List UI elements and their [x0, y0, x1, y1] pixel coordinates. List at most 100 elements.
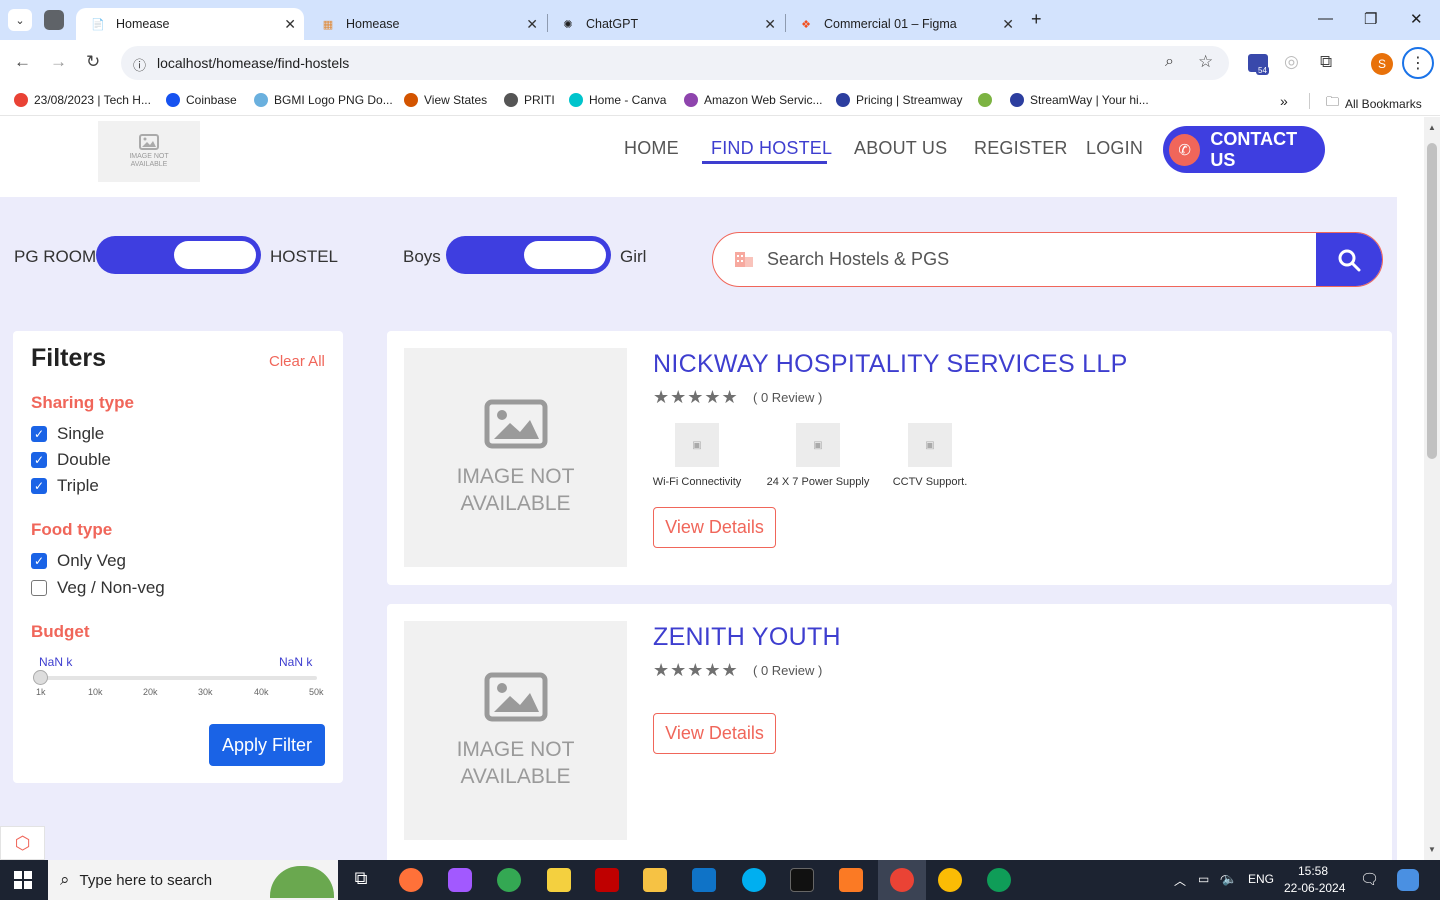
nav-home[interactable]: HOME — [624, 138, 679, 159]
checkbox-double[interactable]: ✓ Double — [31, 450, 111, 470]
search-button[interactable] — [1316, 233, 1382, 286]
view-details-button[interactable]: View Details — [653, 507, 776, 548]
contact-us-button[interactable]: ✆ CONTACT US — [1163, 126, 1325, 173]
bookmark-item[interactable]: Coinbase — [166, 93, 237, 107]
scroll-down-icon[interactable]: ▼ — [1428, 845, 1436, 854]
checkbox-triple[interactable]: ✓ Triple — [31, 476, 99, 496]
address-bar[interactable]: ⓘ localhost/homease/find-hostels ⌕ ☆ — [121, 46, 1229, 80]
page-scrollbar[interactable]: ▲ ▼ — [1424, 117, 1440, 860]
new-tab-icon[interactable]: + — [1031, 9, 1042, 30]
search-input[interactable] — [767, 233, 1307, 286]
tab-group-icon[interactable] — [44, 10, 64, 30]
budget-slider-handle[interactable] — [33, 670, 48, 685]
all-bookmarks[interactable]: 🗀 All Bookmarks — [1326, 93, 1422, 115]
bookmark-star-icon[interactable]: ☆ — [1198, 52, 1213, 72]
windows-start-icon[interactable] — [14, 871, 32, 889]
reload-icon[interactable]: ↻ — [86, 52, 100, 72]
figma-icon[interactable] — [448, 868, 472, 892]
chrome-canary-icon[interactable] — [987, 868, 1011, 892]
more-bookmarks-icon[interactable]: » — [1280, 93, 1288, 109]
checkbox-checked-icon[interactable]: ✓ — [31, 452, 47, 468]
checkbox-checked-icon[interactable]: ✓ — [31, 553, 47, 569]
notification-icon[interactable]: 🗨 — [1360, 870, 1379, 888]
hostel-title[interactable]: ZENITH YOUTH — [653, 623, 841, 652]
bookmark-item[interactable]: Pricing | Streamway — [836, 93, 962, 107]
clock-time[interactable]: 15:58 — [1298, 864, 1328, 878]
puzzle-extensions-icon[interactable]: ⧉ — [1320, 52, 1332, 72]
chrome-profile-icon[interactable] — [890, 868, 914, 892]
bookmark-item[interactable]: 23/08/2023 | Tech H... — [14, 93, 151, 107]
profile-avatar[interactable]: S — [1371, 53, 1393, 75]
chrome-icon[interactable] — [497, 868, 521, 892]
apply-filter-button[interactable]: Apply Filter — [209, 724, 325, 766]
menu-kebab-icon[interactable]: ⋮ — [1402, 47, 1434, 79]
taskbar-search[interactable]: ⌕ Type here to search — [48, 860, 338, 900]
bookmark-item[interactable]: Amazon Web Servic... — [684, 93, 823, 107]
nav-register[interactable]: REGISTER — [974, 138, 1068, 159]
hostel-title[interactable]: NICKWAY HOSPITALITY SERVICES LLP — [653, 350, 1128, 379]
vscode-icon[interactable] — [692, 868, 716, 892]
hostel-image[interactable]: IMAGE NOT AVAILABLE — [404, 348, 627, 567]
bookmark-item[interactable]: View States — [404, 93, 487, 107]
view-details-button[interactable]: View Details — [653, 713, 776, 754]
extension-2-icon[interactable]: ◎ — [1284, 52, 1299, 72]
figma-favicon-icon: ❖ — [801, 18, 811, 31]
checkbox-single[interactable]: ✓ Single — [31, 424, 104, 444]
laravel-debug-icon[interactable]: ⬡ — [0, 826, 45, 860]
minimize-icon[interactable]: — — [1318, 10, 1333, 27]
budget-slider-track[interactable] — [40, 676, 317, 680]
copilot-icon[interactable] — [1397, 869, 1419, 891]
bookmark-item[interactable]: PRITI — [504, 93, 555, 107]
bookmark-item[interactable]: StreamWay | Your hi... — [1010, 93, 1149, 107]
file-explorer-icon[interactable] — [643, 868, 667, 892]
sticky-notes-icon[interactable] — [547, 868, 571, 892]
nav-login[interactable]: LOGIN — [1086, 138, 1143, 159]
tab-figma[interactable]: ❖ Commercial 01 – Figma ✕ — [784, 8, 1022, 40]
site-logo[interactable]: IMAGE NOT AVAILABLE — [98, 121, 200, 182]
tab-search-icon[interactable]: ⌄ — [8, 9, 32, 31]
tray-chevron-icon[interactable]: ︿ — [1174, 872, 1186, 889]
bookmark-item[interactable]: BGMI Logo PNG Do... — [254, 93, 393, 107]
checkbox-checked-icon[interactable]: ✓ — [31, 478, 47, 494]
zoom-icon[interactable]: ⌕ — [1165, 53, 1174, 71]
terminal-icon[interactable] — [790, 868, 814, 892]
checkbox-only-veg[interactable]: ✓ Only Veg — [31, 551, 126, 571]
nav-about-us[interactable]: ABOUT US — [854, 138, 947, 159]
image-placeholder-icon — [484, 399, 547, 448]
chrome-icon[interactable] — [938, 868, 962, 892]
site-info-icon[interactable]: ⓘ — [133, 55, 146, 74]
clock-date[interactable]: 22-06-2024 — [1284, 881, 1345, 895]
forward-icon[interactable]: → — [50, 52, 67, 72]
skype-icon[interactable] — [742, 868, 766, 892]
scroll-up-icon[interactable]: ▲ — [1428, 123, 1436, 132]
hostel-image[interactable]: IMAGE NOT AVAILABLE — [404, 621, 627, 840]
firefox-icon[interactable] — [399, 868, 423, 892]
close-icon[interactable]: ✕ — [1002, 16, 1014, 33]
scrollbar-thumb[interactable] — [1427, 143, 1437, 459]
checkbox-unchecked-icon[interactable] — [31, 580, 47, 596]
language-indicator[interactable]: ENG — [1248, 872, 1274, 886]
checkbox-checked-icon[interactable]: ✓ — [31, 426, 47, 442]
star-rating-icon: ★★★★★ — [653, 387, 739, 407]
volume-icon[interactable]: 🔈 — [1222, 872, 1237, 886]
clear-all-link[interactable]: Clear All — [269, 353, 325, 370]
bookmark-item[interactable] — [978, 93, 998, 107]
window-close-icon[interactable]: ✕ — [1410, 10, 1423, 28]
network-icon[interactable]: ▭ — [1198, 872, 1209, 886]
tab-homease-active[interactable]: 📄 Homease ✕ — [76, 8, 304, 40]
pg-hostel-toggle[interactable] — [96, 236, 261, 274]
close-icon[interactable]: ✕ — [764, 16, 776, 33]
nav-find-hostel[interactable]: FIND HOSTEL — [711, 138, 832, 159]
tab-homease[interactable]: ▦ Homease ✕ — [306, 8, 546, 40]
filezilla-icon[interactable] — [595, 868, 619, 892]
bookmark-item[interactable]: Home - Canva — [569, 93, 666, 107]
tab-chatgpt[interactable]: ✺ ChatGPT ✕ — [546, 8, 784, 40]
xampp-icon[interactable] — [839, 868, 863, 892]
close-icon[interactable]: ✕ — [526, 16, 538, 33]
task-view-icon[interactable]: ⧉ — [349, 868, 373, 892]
back-icon[interactable]: ← — [14, 52, 31, 72]
boys-girl-toggle[interactable] — [446, 236, 611, 274]
close-icon[interactable]: ✕ — [284, 16, 296, 33]
checkbox-veg-nonveg[interactable]: Veg / Non-veg — [31, 578, 165, 598]
restore-icon[interactable]: ❐ — [1364, 10, 1377, 28]
